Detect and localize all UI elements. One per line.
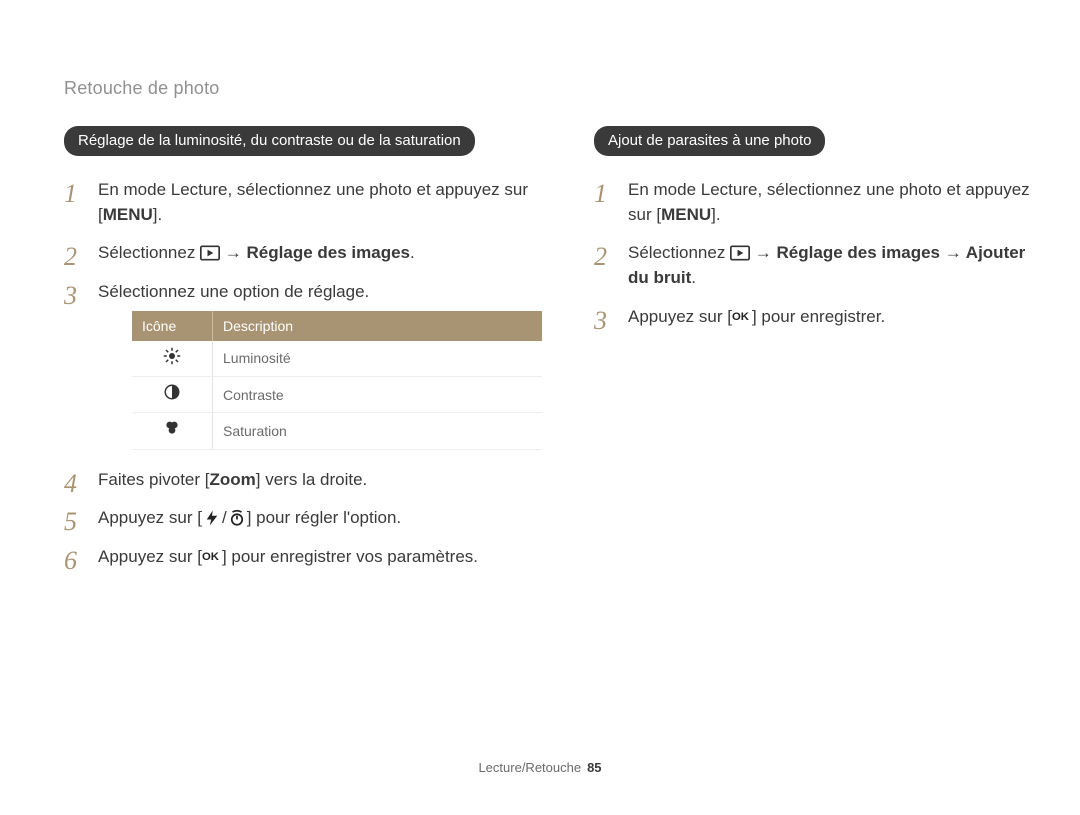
menu-label: MENU (103, 205, 153, 224)
table-row: Luminosité (132, 341, 542, 377)
step-2-left: Sélectionnez → Réglage des images. (64, 241, 542, 266)
step-text: ]. (153, 205, 162, 224)
zoom-label: Zoom (210, 470, 256, 489)
footer-page-number: 85 (587, 760, 601, 775)
step-4-left: Faites pivoter [Zoom] vers la droite. (64, 468, 542, 493)
svg-text:OK: OK (202, 551, 220, 563)
edit-icon (730, 244, 750, 262)
th-desc: Description (213, 311, 543, 341)
step-1-right: En mode Lecture, sélectionnez une photo … (594, 178, 1044, 227)
step-1-left: En mode Lecture, sélectionnez une photo … (64, 178, 542, 227)
menu-label: MENU (661, 205, 711, 224)
step-text: ] pour enregistrer vos paramètres. (222, 547, 478, 566)
step-2-right: Sélectionnez → Réglage des images → Ajou… (594, 241, 1044, 290)
step-text: Appuyez sur [ (98, 508, 202, 527)
step-text: Appuyez sur [ (98, 547, 202, 566)
table-header-row: Icône Description (132, 311, 542, 341)
steps-right: En mode Lecture, sélectionnez une photo … (594, 178, 1044, 329)
brightness-icon (132, 341, 213, 377)
ok-icon: OK (732, 307, 752, 325)
footer-section: Lecture/Retouche (478, 760, 581, 775)
saturation-icon (132, 413, 213, 449)
steps-left: En mode Lecture, sélectionnez une photo … (64, 178, 542, 570)
step-text: ] pour enregistrer. (752, 307, 885, 326)
step-5-left: Appuyez sur [/] pour régler l'option. (64, 506, 542, 531)
table-row: Saturation (132, 413, 542, 449)
section-heading-right: Ajout de parasites à une photo (594, 126, 825, 156)
step-text: . (410, 243, 415, 262)
right-column: Ajout de parasites à une photo En mode L… (594, 126, 1044, 584)
page-footer: Lecture/Retouche 85 (0, 760, 1080, 775)
step-text: . (691, 268, 696, 287)
section-heading-left: Réglage de la luminosité, du contraste o… (64, 126, 475, 156)
step-text: Sélectionnez (628, 243, 730, 262)
step-text: Faites pivoter [ (98, 470, 210, 489)
step-6-left: Appuyez sur [OK] pour enregistrer vos pa… (64, 545, 542, 570)
th-icon: Icône (132, 311, 213, 341)
table-row: Contraste (132, 377, 542, 413)
step-text: Sélectionnez une option de réglage. (98, 282, 369, 301)
td-desc: Luminosité (213, 341, 543, 377)
step-text: En mode Lecture, sélectionnez une photo … (98, 180, 528, 224)
edit-icon (200, 244, 220, 262)
flash-icon (202, 509, 222, 527)
page-title: Retouche de photo (64, 78, 220, 99)
options-table: Icône Description Luminosité (132, 311, 542, 450)
step-3-left: Sélectionnez une option de réglage. Icôn… (64, 280, 542, 450)
content-columns: Réglage de la luminosité, du contraste o… (64, 126, 1016, 584)
step-text: ] vers la droite. (256, 470, 368, 489)
step-text: Appuyez sur [ (628, 307, 732, 326)
left-column: Réglage de la luminosité, du contraste o… (64, 126, 542, 584)
svg-text:OK: OK (732, 311, 750, 323)
step-text: Sélectionnez (98, 243, 200, 262)
ok-icon: OK (202, 547, 222, 565)
step-text: ] pour régler l'option. (247, 508, 401, 527)
manual-page: Retouche de photo Réglage de la luminosi… (0, 0, 1080, 815)
contrast-icon (132, 377, 213, 413)
step-text: ]. (711, 205, 720, 224)
td-desc: Contraste (213, 377, 543, 413)
step-3-right: Appuyez sur [OK] pour enregistrer. (594, 305, 1044, 330)
timer-icon (227, 509, 247, 527)
td-desc: Saturation (213, 413, 543, 449)
step-bold: → Réglage des images (220, 243, 410, 262)
